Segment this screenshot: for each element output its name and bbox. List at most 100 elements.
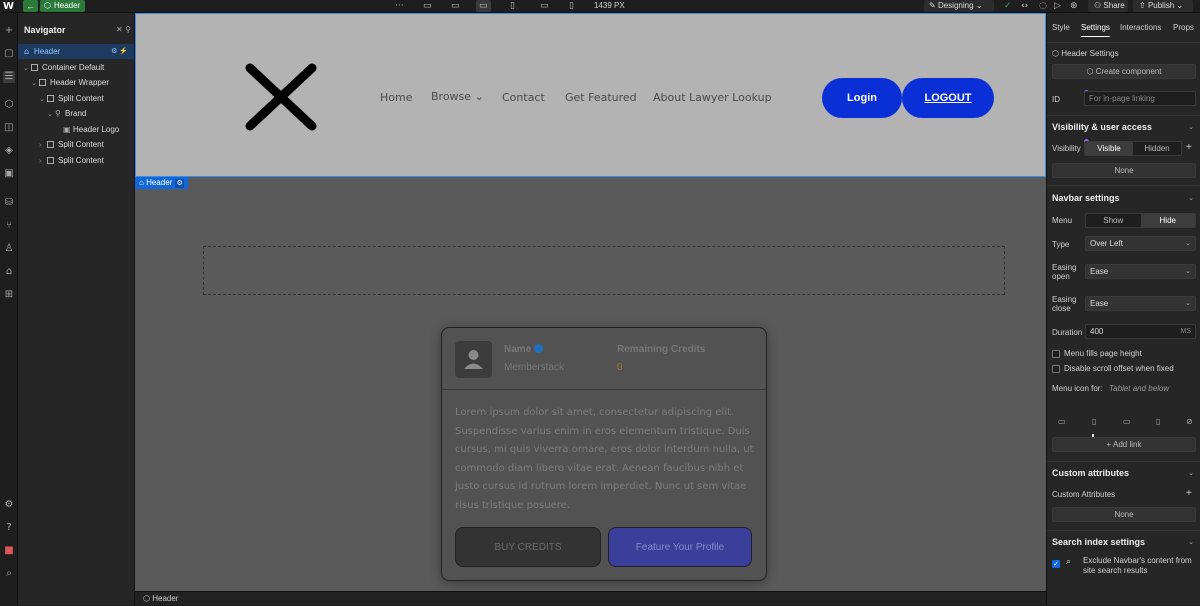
selected-element-pill[interactable]: ⬡ Header [40, 0, 86, 12]
design-canvas[interactable]: Home Browse ⌄ Contact Get Featured About… [135, 13, 1046, 591]
mode-dropdown[interactable]: ✎ Designing ⌄ [924, 0, 994, 12]
check-status-icon[interactable]: ✓ [1004, 0, 1012, 12]
chevron-down-icon[interactable]: ⌄ [1188, 123, 1194, 131]
add-icon[interactable]: + [3, 25, 15, 37]
code-icon[interactable]: ‹› [1021, 0, 1028, 12]
search-index-section-title[interactable]: Search index settings [1052, 537, 1145, 547]
site-header[interactable]: Home Browse ⌄ Contact Get Featured About… [135, 13, 1046, 177]
chevron-down-icon[interactable]: ⌄ [39, 92, 47, 107]
mobile-landscape-icon[interactable]: ▭ [1123, 417, 1131, 426]
chevron-right-icon[interactable]: › [39, 154, 47, 169]
webflow-logo[interactable]: W [3, 1, 14, 12]
share-button[interactable]: ⚇ Share [1088, 0, 1128, 12]
navbar-section-title[interactable]: Navbar settings [1052, 193, 1120, 203]
desktop-icon[interactable]: ▭ [451, 0, 460, 12]
components-icon[interactable]: ⬡ [3, 99, 15, 111]
help-icon[interactable]: ? [3, 522, 15, 534]
mobile-portrait-icon[interactable]: ▯ [569, 0, 574, 12]
custom-attributes-section-title[interactable]: Custom attributes [1052, 468, 1129, 478]
tablet-icon[interactable]: ▯ [510, 0, 515, 12]
gear-icon[interactable]: ⚙ [175, 179, 185, 188]
more-options-button[interactable]: ··· [395, 0, 404, 12]
selection-tag[interactable]: ⌂ Header ⚙ [135, 177, 189, 189]
assets-icon[interactable]: ▣ [3, 168, 15, 180]
nav-link-get-featured[interactable]: Get Featured [565, 91, 637, 104]
easing-open-select[interactable]: Ease ⌄ [1085, 264, 1196, 279]
nav-link-contact[interactable]: Contact [502, 91, 545, 104]
empty-placeholder-box[interactable] [203, 246, 1005, 295]
tab-props[interactable]: Props [1173, 23, 1194, 32]
nav-link-home[interactable]: Home [380, 91, 412, 104]
exclude-search-checkbox[interactable]: ✓ [1052, 560, 1060, 568]
add-user-icon[interactable]: ⊕ [1070, 0, 1078, 12]
visible-option[interactable]: Visible [1085, 142, 1133, 155]
navigator-tools[interactable]: ✕ ⚲ [116, 25, 131, 34]
nav-item-header[interactable]: ⌂ Header ⚙ ⚡ [18, 44, 134, 59]
tab-interactions[interactable]: Interactions [1120, 23, 1161, 32]
chevron-right-icon[interactable]: › [39, 138, 47, 153]
pages-icon[interactable]: ▢ [3, 48, 15, 60]
breadcrumb-item[interactable]: ⬡ Header [143, 592, 178, 606]
nav-item-split-content[interactable]: ⌄ Split Content [18, 91, 134, 106]
id-input[interactable]: For in-page linking [1084, 91, 1196, 106]
logout-button[interactable]: LOGOUT [902, 78, 994, 118]
visibility-section-title[interactable]: Visibility & user access [1052, 122, 1152, 132]
chevron-down-icon[interactable]: ⌄ [1188, 194, 1194, 202]
tablet-icon[interactable]: ▯ [1092, 417, 1096, 426]
nav-item-split-content[interactable]: › Split Content [18, 153, 134, 168]
tab-settings[interactable]: Settings [1081, 23, 1110, 37]
add-icon[interactable]: + [1186, 488, 1192, 499]
tab-style[interactable]: Style [1052, 23, 1070, 32]
style-selectors-icon[interactable]: ◫ [3, 122, 15, 134]
custom-attributes-none-button[interactable]: None [1052, 507, 1196, 522]
nav-link-about[interactable]: About Lawyer Lookup [653, 91, 772, 104]
search-icon[interactable]: ⌕ [3, 568, 15, 580]
navigator-icon[interactable]: ☰ [3, 71, 15, 83]
chevron-down-icon[interactable]: ⌄ [47, 107, 55, 122]
comment-icon[interactable]: ◌ [1039, 0, 1047, 12]
hide-option[interactable]: Hide [1140, 214, 1195, 227]
nav-item-brand[interactable]: ⌄ ⚲ Brand [18, 106, 134, 121]
menu-toggle[interactable]: Show Hide [1085, 213, 1196, 228]
mobile-landscape-icon[interactable]: ▭ [540, 0, 549, 12]
chevron-down-icon[interactable]: ⌄ [23, 61, 31, 76]
settings-icon[interactable]: ⚙ [3, 499, 15, 511]
disable-scroll-checkbox[interactable] [1052, 365, 1060, 373]
users-icon[interactable]: ♙ [3, 243, 15, 255]
variables-icon[interactable]: ◈ [3, 145, 15, 157]
back-button[interactable]: ← [23, 0, 38, 12]
buy-credits-button[interactable]: BUY CREDITS [455, 527, 601, 567]
desktop-icon[interactable]: ▭ [1058, 417, 1066, 426]
nav-link-browse[interactable]: Browse ⌄ [431, 90, 484, 103]
logic-icon[interactable]: ⑂ [3, 220, 15, 232]
easing-close-select[interactable]: Ease ⌄ [1085, 296, 1196, 311]
nav-item-header-logo[interactable]: ▣ Header Logo [18, 122, 134, 137]
chevron-down-icon[interactable]: ⌄ [1188, 469, 1194, 477]
cms-icon[interactable]: ⛁ [3, 197, 15, 209]
show-option[interactable]: Show [1086, 214, 1141, 227]
component-settings-icon[interactable]: ⚙ ⚡ [111, 44, 128, 59]
mobile-portrait-icon[interactable]: ▯ [1156, 417, 1160, 426]
x-logo-icon[interactable] [240, 60, 326, 136]
fills-page-checkbox[interactable] [1052, 350, 1060, 358]
chevron-down-icon[interactable]: ⌄ [31, 76, 39, 91]
create-component-button[interactable]: ⬡ Create component [1052, 64, 1196, 79]
publish-button[interactable]: ⇧ Publish ⌄ [1133, 0, 1193, 12]
desktop-base-icon[interactable]: ▭ [476, 0, 491, 12]
apps-icon[interactable]: ⊞ [3, 289, 15, 301]
nav-item-container-default[interactable]: ⌄ Container Default [18, 60, 134, 75]
visibility-none-button[interactable]: None [1052, 163, 1196, 178]
duration-input[interactable]: 400 MS [1085, 324, 1196, 339]
nav-item-split-content[interactable]: › Split Content [18, 137, 134, 152]
visibility-toggle[interactable]: Visible Hidden [1084, 141, 1182, 156]
type-select[interactable]: Over Left ⌄ [1085, 236, 1196, 251]
nav-item-header-wrapper[interactable]: ⌄ Header Wrapper [18, 75, 134, 90]
preview-play-icon[interactable]: ▷ [1054, 0, 1061, 12]
feature-profile-button[interactable]: Feature Your Profile [608, 527, 752, 567]
add-link-button[interactable]: + Add link [1052, 437, 1196, 452]
hidden-option[interactable]: Hidden [1133, 142, 1181, 155]
eye-off-icon[interactable]: ⊘ [1186, 417, 1193, 426]
add-icon[interactable]: + [1186, 142, 1192, 153]
record-icon[interactable]: ■ [3, 545, 15, 557]
ecommerce-icon[interactable]: ⌂ [3, 266, 15, 278]
